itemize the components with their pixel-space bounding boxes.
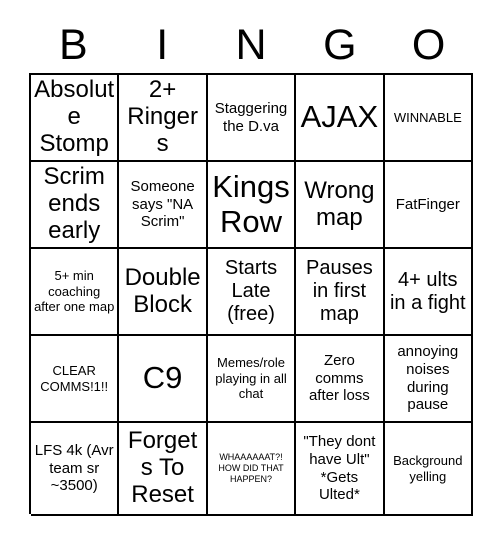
bingo-cell-text: 4+ ults in a fight [389, 268, 466, 314]
bingo-cell-text: Absolute Stomp [34, 76, 115, 157]
bingo-cell-text: 2+ Ringers [127, 76, 198, 157]
header-letter-b: B [59, 21, 88, 69]
bingo-cell-r3c5[interactable]: 4+ ults in a fight [384, 249, 473, 336]
bingo-card: B I N G O Absolute Stomp 2+ Ringers Stag… [0, 0, 500, 544]
bingo-cell-text: Background yelling [393, 452, 463, 484]
bingo-cell-text: Forgets To Reset [127, 427, 198, 508]
bingo-cell-text: 5+ min coaching after one map [34, 268, 115, 315]
bingo-cell-text: annoying noises during pause [397, 343, 459, 414]
bingo-cell-r1c3[interactable]: Staggering the D.va [207, 75, 297, 162]
bingo-cell-r1c1[interactable]: Absolute Stomp [31, 75, 120, 162]
bingo-cell-r3c2[interactable]: Double Block [119, 249, 208, 336]
bingo-cell-r3c3[interactable]: Starts Late (free) [207, 249, 297, 336]
bingo-cell-r5c5[interactable]: Background yelling [384, 423, 473, 516]
bingo-cell-r2c4[interactable]: Wrong map [296, 162, 385, 249]
bingo-cell-text: CLEAR COMMS!1!! [40, 362, 109, 394]
bingo-cell-r4c3[interactable]: Memes/role playing in all chat [207, 336, 297, 423]
bingo-cell-text: Kings Row [212, 169, 290, 239]
bingo-cell-text: Staggering the D.va [214, 99, 288, 135]
bingo-cell-text: "They dont have Ult" *Gets Ulted* [303, 433, 376, 504]
bingo-cell-text: FatFinger [395, 195, 460, 213]
bingo-cell-r3c4[interactable]: Pauses in first map [296, 249, 385, 336]
header-letter-n: N [235, 21, 267, 69]
bingo-cell-r4c4[interactable]: Zero comms after loss [296, 336, 385, 423]
bingo-grid: Absolute Stomp 2+ Ringers Staggering the… [29, 73, 473, 516]
bingo-cell-text: C9 [142, 360, 183, 396]
bingo-cell-r1c5[interactable]: WINNABLE [384, 75, 473, 162]
bingo-cell-text: Scrim ends early [43, 163, 105, 244]
bingo-cell-r4c2[interactable]: C9 [119, 336, 208, 423]
bingo-cell-text: Pauses in first map [306, 257, 373, 325]
bingo-cell-r2c3[interactable]: Kings Row [207, 162, 297, 249]
bingo-cell-text: WHAAAAAAT?! HOW DID THAT HAPPEN? [218, 451, 284, 485]
bingo-cell-text: Wrong map [304, 176, 375, 231]
bingo-cell-text: AJAX [300, 99, 379, 135]
bingo-cell-text: Someone says "NA Scrim" [130, 177, 195, 231]
header-letter-o: O [411, 21, 446, 69]
bingo-cell-r2c2[interactable]: Someone says "NA Scrim" [119, 162, 208, 249]
bingo-cell-r4c1[interactable]: CLEAR COMMS!1!! [31, 336, 120, 423]
bingo-cell-r2c5[interactable]: FatFinger [384, 162, 473, 249]
bingo-cell-r1c4[interactable]: AJAX [296, 75, 385, 162]
bingo-cell-text: WINNABLE [393, 109, 462, 125]
bingo-cell-text: Double Block [124, 263, 201, 318]
bingo-header: B I N G O [29, 18, 473, 73]
bingo-cell-text: Zero comms after loss [308, 351, 370, 405]
bingo-cell-text: Memes/role playing in all chat [215, 355, 287, 402]
header-letter-g: G [323, 21, 357, 69]
bingo-cell-r1c2[interactable]: 2+ Ringers [119, 75, 208, 162]
bingo-cell-r3c1[interactable]: 5+ min coaching after one map [31, 249, 120, 336]
bingo-cell-r5c4[interactable]: "They dont have Ult" *Gets Ulted* [296, 423, 385, 516]
bingo-cell-text: LFS 4k (Avr team sr ~3500) [34, 441, 114, 495]
header-letter-i: I [156, 21, 169, 69]
bingo-cell-text: Starts Late (free) [224, 257, 278, 325]
bingo-cell-r2c1[interactable]: Scrim ends early [31, 162, 120, 249]
bingo-cell-r5c1[interactable]: LFS 4k (Avr team sr ~3500) [31, 423, 120, 516]
bingo-cell-r5c2[interactable]: Forgets To Reset [119, 423, 208, 516]
bingo-cell-r5c3[interactable]: WHAAAAAAT?! HOW DID THAT HAPPEN? [207, 423, 297, 516]
bingo-cell-r4c5[interactable]: annoying noises during pause [384, 336, 473, 423]
